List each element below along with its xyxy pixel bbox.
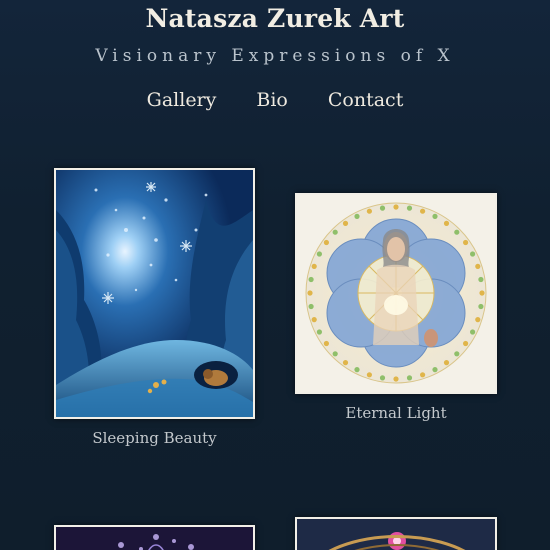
artwork-image-eternal-light[interactable] — [295, 193, 497, 394]
site-title[interactable]: Natasza Zurek Art — [0, 4, 550, 33]
artwork-caption-eternal-light[interactable]: Eternal Light — [295, 404, 497, 422]
artwork-image-partial-right[interactable] — [295, 517, 497, 550]
nav-item-bio[interactable]: Bio — [256, 89, 287, 111]
artwork-image-partial-left[interactable] — [54, 525, 255, 550]
main-nav: Gallery Bio Contact — [0, 89, 550, 111]
nav-item-contact[interactable]: Contact — [328, 89, 403, 111]
artwork-caption-sleeping-beauty[interactable]: Sleeping Beauty — [54, 429, 255, 447]
artwork-image-sleeping-beauty[interactable] — [54, 168, 255, 419]
page: Natasza Zurek Art Visionary Expressions … — [0, 0, 550, 550]
nav-item-gallery[interactable]: Gallery — [147, 89, 217, 111]
site-tagline: Visionary Expressions of X — [95, 46, 455, 66]
